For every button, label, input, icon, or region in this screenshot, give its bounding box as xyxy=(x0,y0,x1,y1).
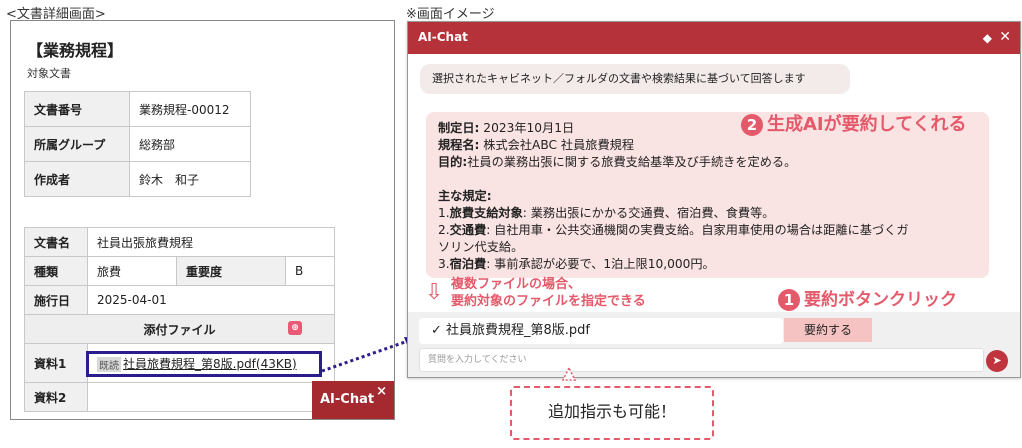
table-row: 資料2 xyxy=(24,382,335,412)
doc-name-value: 社員出張旅費規程 xyxy=(87,227,335,257)
document-title: 【業務規程】 xyxy=(27,41,124,60)
file-select-dropdown[interactable]: ✓ 社員旅費規程_第8版.pdf xyxy=(419,318,783,344)
connector-arrow xyxy=(321,337,416,373)
step-2-badge: 2 xyxy=(741,114,763,136)
table-row: 施行日 2025-04-01 xyxy=(24,285,335,315)
attach2-cell xyxy=(87,382,335,412)
document-subtitle: 対象文書 xyxy=(27,67,71,80)
answer-bubble: 制定日: 2023年10月1日 規程名: 株式会社ABC 社員旅費規程 目的:社… xyxy=(426,112,989,278)
doc-name-label: 文書名 xyxy=(24,227,88,257)
answer-line: 目的:社員の業務出張に関する旅費支給基準及び手続きを定める。 xyxy=(438,155,797,169)
answer-line: 規程名: 株式会社ABC 社員旅費規程 xyxy=(438,138,635,152)
down-arrow-icon: ⇩ xyxy=(425,280,444,305)
attach-header: 添付ファイル ⊕ xyxy=(24,314,335,344)
attach2-label: 資料2 xyxy=(24,382,88,412)
table-row: 種類 旅費 重要度 B xyxy=(24,256,335,286)
date-label: 施行日 xyxy=(24,285,88,315)
annotation-click: 1 要約ボタンクリック xyxy=(778,285,957,311)
meta-value: 総務部 xyxy=(129,126,251,162)
aichat-launcher-button[interactable]: AI-Chat × xyxy=(312,381,394,419)
detail-table: 文書名 社員出張旅費規程 種類 旅費 重要度 B 施行日 2025-04-01 … xyxy=(24,227,335,412)
date-value: 2025-04-01 xyxy=(87,285,335,315)
chat-title: AI-Chat xyxy=(418,30,468,44)
meta-value: 業務規程-00012 xyxy=(129,91,251,127)
meta-table: 文書番号 業務規程-00012 所属グループ 総務部 作成者 鈴木 和子 xyxy=(24,91,251,197)
meta-label: 作成者 xyxy=(24,161,130,197)
attach-header-label: 添付ファイル xyxy=(143,322,216,337)
screen-image-caption: ※画面イメージ xyxy=(406,7,495,22)
close-icon[interactable]: × xyxy=(376,384,387,399)
close-icon[interactable]: ✕ xyxy=(999,29,1011,45)
importance-value: B xyxy=(285,256,335,286)
answer-line: 3.宿泊費: 事前承認が必要で、1泊上限10,000円。 xyxy=(438,257,715,271)
additional-instruction-callout: 追加指示も可能！ xyxy=(510,386,714,440)
annotation-summary: 2 生成AIが要約してくれる xyxy=(741,110,967,136)
send-icon[interactable]: ➤ xyxy=(986,350,1008,372)
step-1-badge: 1 xyxy=(778,289,800,311)
aichat-launcher-label: AI-Chat xyxy=(320,392,375,407)
meta-value: 鈴木 和子 xyxy=(129,161,251,197)
system-message: 選択されたキャビネット／フォルダの文書や検索結果に基づいて回答します xyxy=(420,64,850,94)
table-row: 文書名 社員出張旅費規程 xyxy=(24,227,335,257)
meta-label: 所属グループ xyxy=(24,126,130,162)
eraser-icon[interactable]: ◆ xyxy=(983,31,992,45)
table-row: 作成者 鈴木 和子 xyxy=(24,161,251,197)
annotation-multi-file: 複数ファイルの場合、 要約対象のファイルを指定できる xyxy=(451,277,646,309)
meta-label: 文書番号 xyxy=(24,91,130,127)
aichat-window: AI-Chat ◆ ✕ 選択されたキャビネット／フォルダの文書や検索結果に基づい… xyxy=(407,21,1021,378)
question-input[interactable]: 質問を入力してください xyxy=(419,348,984,372)
zoom-icon[interactable]: ⊕ xyxy=(288,321,302,335)
table-row: 文書番号 業務規程-00012 xyxy=(24,91,251,127)
chat-header xyxy=(408,22,1020,54)
importance-label: 重要度 xyxy=(176,256,286,286)
type-label: 種類 xyxy=(24,256,88,286)
type-value: 旅費 xyxy=(87,256,177,286)
file-highlight-box xyxy=(86,351,322,377)
answer-line: 2.交通費: 自社用車・公共交通機関の実費支給。自家用車使用の場合は距離に基づく… xyxy=(438,223,909,237)
table-row: 所属グループ 総務部 xyxy=(24,126,251,162)
table-row: 添付ファイル ⊕ xyxy=(24,314,335,344)
answer-line: 主な規定: xyxy=(438,189,492,203)
attach1-label: 資料1 xyxy=(24,343,88,383)
answer-line: ソリン代支給。 xyxy=(438,240,524,254)
answer-line: 1.旅費支給対象: 業務出張にかかる交通費、宿泊費、食費等。 xyxy=(438,206,775,220)
hint-pointer-icon xyxy=(562,367,576,381)
summarize-button[interactable]: 要約する xyxy=(784,318,872,342)
